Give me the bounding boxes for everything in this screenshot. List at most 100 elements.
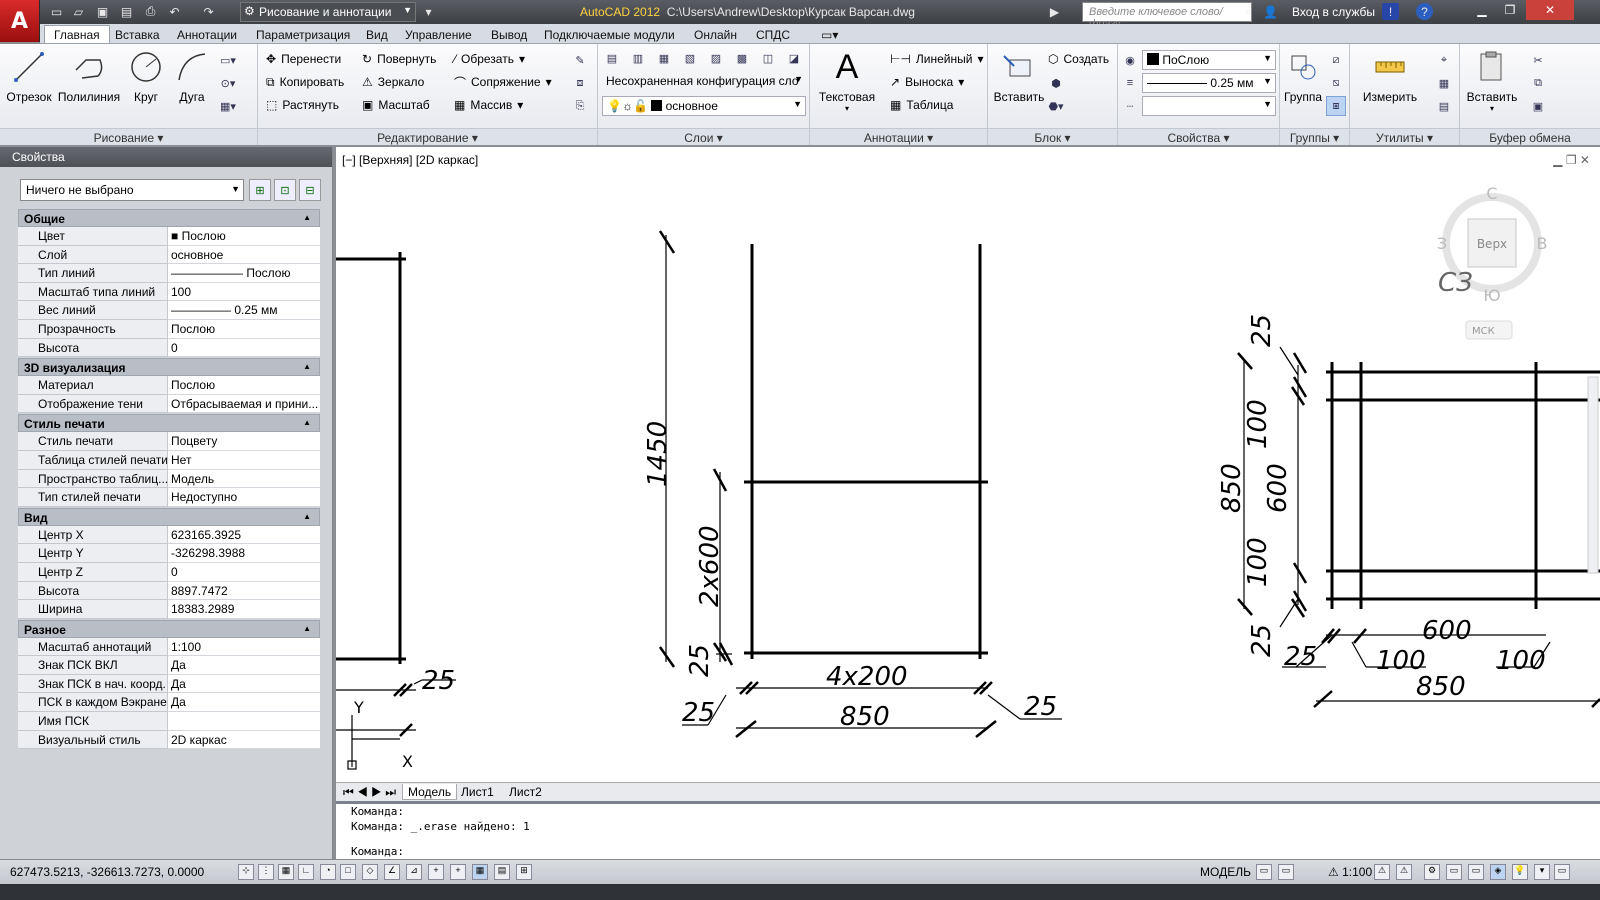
layer-state-dropdown[interactable]: Несохраненная конфигурация сло ▼ xyxy=(602,72,806,92)
viewcube-west[interactable]: З xyxy=(1437,234,1447,253)
new-icon[interactable]: ▭ xyxy=(48,3,65,20)
grid-icon[interactable]: ▦ xyxy=(278,864,294,880)
property-value[interactable]: 18383.2989 xyxy=(168,600,320,619)
linear-dim-button[interactable]: ⊢⊣ Линейный ▾ xyxy=(890,49,983,69)
select-objects-icon[interactable]: ⊡ xyxy=(274,179,296,201)
layer-isolate-icon[interactable]: ▦ xyxy=(654,48,674,68)
exchange-icon[interactable]: ! xyxy=(1382,3,1399,20)
copy-base-icon[interactable]: ▣ xyxy=(1528,96,1548,116)
match-properties-icon[interactable]: ◉ xyxy=(1120,50,1140,70)
clipboard-group-label[interactable]: Буфер обмена xyxy=(1460,128,1600,145)
command-input[interactable]: Команда: xyxy=(336,844,1600,859)
quick-select-icon[interactable]: ⌖ xyxy=(1434,50,1454,70)
rotate-button[interactable]: ↻ Повернуть xyxy=(362,49,436,69)
layer-dropdown[interactable]: 💡☼🔓 основное ▼ xyxy=(602,96,806,116)
lweight-icon[interactable]: + xyxy=(450,864,466,880)
explode-icon[interactable]: ⧈ xyxy=(570,73,590,93)
copy-clip-icon[interactable]: ⧉ xyxy=(1528,73,1548,93)
draw-group-label[interactable]: Рисование ▾ xyxy=(0,128,257,145)
paste-button[interactable]: Вставить ▾ xyxy=(1462,50,1522,113)
tab-overflow-icon[interactable]: ▭▾ xyxy=(812,26,847,44)
id-point-icon[interactable]: ▤ xyxy=(1434,96,1454,116)
property-value[interactable]: Модель xyxy=(168,469,320,489)
calculator-icon[interactable]: ▦ xyxy=(1434,73,1454,93)
lock-icon[interactable]: ▭ xyxy=(1446,864,1462,880)
scale-button[interactable]: ▣ Масштаб xyxy=(362,95,430,115)
app-menu-button[interactable]: A xyxy=(0,0,40,42)
auto-scale-icon[interactable]: ⚠ xyxy=(1396,864,1412,880)
property-row[interactable]: Знак ПСК ВКЛ Да xyxy=(18,656,320,675)
layer-prev-icon[interactable]: ◫ xyxy=(758,48,778,68)
collapse-icon[interactable]: ▲ xyxy=(303,213,311,222)
properties-group-label[interactable]: Свойства ▾ xyxy=(1118,128,1279,145)
property-row[interactable]: Масштаб типа линий 100 xyxy=(18,282,320,302)
ucs-menu[interactable]: МСК xyxy=(1472,326,1495,337)
cut-icon[interactable]: ✂ xyxy=(1528,50,1548,70)
annotation-visibility-icon[interactable]: ⚠ xyxy=(1374,864,1390,880)
text-button[interactable]: A Текстовая ▾ xyxy=(816,48,878,114)
expand-search-icon[interactable]: ▶ xyxy=(1046,3,1063,20)
copy-button[interactable]: ⧉ Копировать xyxy=(266,72,344,92)
layer-freeze-icon[interactable]: ▧ xyxy=(680,48,700,68)
drawing-canvas[interactable]: 25 1450 2x600 25 4x200 850 25 25 25 100 … xyxy=(336,147,1600,782)
property-row[interactable]: Знак ПСК в нач. коорд. Да xyxy=(18,674,320,694)
property-value[interactable]: 1:100 xyxy=(168,637,320,657)
property-value[interactable]: —————— Послою xyxy=(168,264,320,283)
ungroup-icon[interactable]: ⧄ xyxy=(1326,50,1346,70)
viewcube-east[interactable]: В xyxy=(1537,234,1548,253)
utilities-group-label[interactable]: Утилиты ▾ xyxy=(1350,128,1459,145)
binoculars-icon[interactable]: ⌕ xyxy=(1240,3,1257,20)
status-menu-icon[interactable]: ▾ xyxy=(1534,864,1550,880)
help-icon[interactable]: ? xyxy=(1416,3,1433,20)
property-row[interactable]: Тип линий —————— Послою xyxy=(18,264,320,283)
property-value[interactable]: ————— 0.25 мм xyxy=(168,301,320,320)
hatch-icon[interactable]: ⊙▾ xyxy=(218,73,238,93)
osnap-icon[interactable]: □ xyxy=(340,864,356,880)
sign-in-link[interactable]: Вход в службы xyxy=(1292,5,1375,19)
otrack-icon[interactable]: ∠ xyxy=(384,864,400,880)
property-row[interactable]: Отображение тени Отбрасываемая и прини... xyxy=(18,394,320,414)
property-value[interactable]: 100 xyxy=(168,282,320,302)
polyline-button[interactable]: Полилиния xyxy=(56,50,122,104)
sc-icon[interactable]: ⊞ xyxy=(516,864,532,880)
property-value[interactable]: ■ Послою xyxy=(168,227,320,246)
tab-parametric[interactable]: Параметризация xyxy=(247,26,359,44)
viewport-window-controls[interactable]: ▁ ❐ ✕ xyxy=(1553,153,1590,167)
groups-group-label[interactable]: Группы ▾ xyxy=(1280,128,1349,145)
layers-group-label[interactable]: Слои ▾ xyxy=(598,128,809,145)
property-value[interactable]: основное xyxy=(168,245,320,265)
insert-block-button[interactable]: Вставить xyxy=(990,50,1048,104)
collapse-icon[interactable]: ▲ xyxy=(303,624,311,633)
save-as-icon[interactable]: ▤ xyxy=(118,3,135,20)
search-input[interactable]: Введите ключевое слово/фразу xyxy=(1082,2,1252,30)
property-value[interactable]: Поцвету xyxy=(168,432,320,451)
layer-walk-icon[interactable]: ◪ xyxy=(784,48,804,68)
table-button[interactable]: ▦ Таблица xyxy=(890,95,953,115)
property-category[interactable]: 3D визуализация ▲ xyxy=(18,358,320,377)
navigation-bar[interactable] xyxy=(1587,376,1599,574)
property-row[interactable]: Стиль печати Поцвету xyxy=(18,432,320,451)
lightbulb-icon[interactable]: 💡 xyxy=(1512,864,1528,880)
property-category[interactable]: Общие ▲ xyxy=(18,209,320,227)
property-value[interactable]: 8897.7472 xyxy=(168,581,320,601)
toggle-pickadd-icon[interactable]: ⊞ xyxy=(249,179,271,201)
collapse-icon[interactable]: ▲ xyxy=(303,512,311,521)
property-value[interactable]: 0 xyxy=(168,562,320,582)
property-row[interactable]: ПСК в каждом Вэкране Да xyxy=(18,693,320,713)
open-icon[interactable]: ▱ xyxy=(70,3,87,20)
tab-home[interactable]: Главная xyxy=(44,25,110,43)
attribute-icon[interactable]: ⬣▾ xyxy=(1046,96,1066,116)
dyn-icon[interactable]: + xyxy=(428,864,444,880)
arc-button[interactable]: Дуга xyxy=(172,50,212,104)
tab-view[interactable]: Вид xyxy=(357,26,397,44)
measure-button[interactable]: Измерить xyxy=(1354,50,1426,104)
workspace-dropdown[interactable]: ⚙ Рисование и аннотации ▼ xyxy=(240,2,416,22)
property-row[interactable]: Пространство таблиц... Модель xyxy=(18,469,320,489)
print-icon[interactable]: ⎙ xyxy=(142,3,159,20)
command-line[interactable]: Команда: Команда: _.erase найдено: 1 Ком… xyxy=(336,801,1600,859)
snap-icon[interactable]: ⋮ xyxy=(258,864,274,880)
property-row[interactable]: Центр Y -326298.3988 xyxy=(18,544,320,563)
color-dropdown[interactable]: ПоСлою ▼ xyxy=(1142,50,1276,70)
viewcube-north[interactable]: С xyxy=(1486,184,1497,203)
close-icon[interactable]: ✕ xyxy=(1526,0,1574,20)
